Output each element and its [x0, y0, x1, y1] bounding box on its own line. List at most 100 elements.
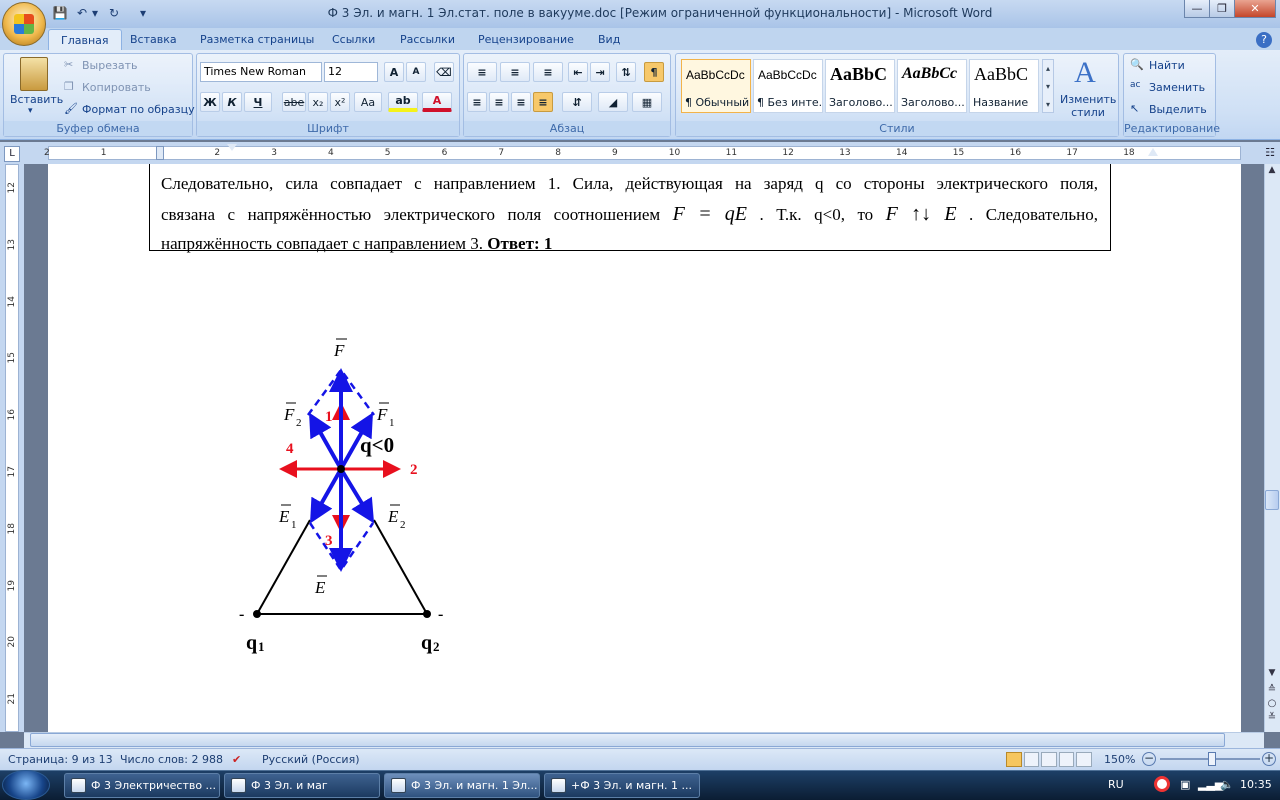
paste-dropdown-icon[interactable]: ▾: [28, 106, 33, 116]
style-heading-2[interactable]: AaBbCc Заголово...: [897, 59, 967, 113]
increase-indent-icon[interactable]: ⇥: [590, 62, 610, 82]
superscript-button[interactable]: x²: [330, 92, 350, 112]
style-heading-1[interactable]: AaBbC Заголово...: [825, 59, 895, 113]
line-spacing-icon[interactable]: ⇵: [562, 92, 592, 112]
find-button[interactable]: Найти: [1149, 59, 1185, 72]
shading-icon[interactable]: ◢: [598, 92, 628, 112]
underline-button[interactable]: Ч: [244, 92, 272, 112]
format-painter-button[interactable]: Формат по образцу: [82, 103, 195, 116]
print-layout-icon[interactable]: [1006, 752, 1022, 767]
align-center-icon[interactable]: ≡: [489, 92, 509, 112]
taskbar-item-label: Ф 3 Эл. и магн. 1 Эл...: [411, 779, 538, 792]
input-language[interactable]: RU: [1108, 778, 1124, 791]
select-button[interactable]: Выделить: [1149, 103, 1207, 116]
align-left-icon[interactable]: ≡: [467, 92, 487, 112]
font-color-icon[interactable]: A: [422, 92, 452, 112]
restore-button[interactable]: ❐: [1209, 0, 1235, 18]
opera-icon[interactable]: [1154, 776, 1170, 792]
tab-page-layout[interactable]: Разметка страницы: [188, 29, 326, 50]
redo-icon[interactable]: ↻: [106, 5, 122, 21]
page-count[interactable]: Страница: 9 из 13: [8, 753, 113, 766]
style-no-spacing[interactable]: AaBbCcDc ¶ Без инте...: [753, 59, 823, 113]
bullets-icon[interactable]: ≡: [467, 62, 497, 82]
taskbar-item[interactable]: +Ф 3 Эл. и магн. 1 ...: [544, 773, 700, 798]
taskbar-item[interactable]: Ф 3 Электричество ...: [64, 773, 220, 798]
save-icon[interactable]: 💾: [52, 5, 68, 21]
numbering-icon[interactable]: ≡: [500, 62, 530, 82]
clear-format-icon[interactable]: ⌫: [434, 62, 454, 82]
align-right-icon[interactable]: ≡: [511, 92, 531, 112]
tab-home[interactable]: Главная: [48, 29, 122, 50]
answer-textbox[interactable]: Следовательно, сила совпадает с направле…: [149, 164, 1111, 253]
start-button[interactable]: [2, 770, 50, 800]
clock[interactable]: 10:35: [1240, 778, 1272, 791]
styles-scroll[interactable]: ▴ ▾ ▾: [1042, 59, 1054, 113]
taskbar-item[interactable]: Ф 3 Эл. и маг: [224, 773, 380, 798]
style-normal[interactable]: AaBbCcDc ¶ Обычный: [681, 59, 751, 113]
show-formatting-icon[interactable]: ¶: [644, 62, 664, 82]
proofing-icon[interactable]: ✔: [232, 753, 241, 766]
label-dir-1: 1: [325, 409, 333, 425]
undo-dropdown-icon[interactable]: ▾: [90, 5, 100, 21]
font-family-select[interactable]: Times New Roman: [200, 62, 322, 82]
decrease-indent-icon[interactable]: ⇤: [568, 62, 588, 82]
tab-mailings[interactable]: Рассылки: [388, 29, 467, 50]
draft-icon[interactable]: [1076, 752, 1092, 767]
highlight-icon[interactable]: ab: [388, 92, 418, 112]
replace-button[interactable]: Заменить: [1149, 81, 1205, 94]
undo-icon[interactable]: ↶: [74, 5, 90, 21]
style-title[interactable]: AaBbC Название: [969, 59, 1039, 113]
language-status[interactable]: Русский (Россия): [262, 753, 360, 766]
left-indent-marker[interactable]: [156, 146, 164, 160]
first-line-indent-marker[interactable]: [227, 144, 237, 151]
paste-icon[interactable]: [20, 57, 48, 91]
vertical-scrollbar[interactable]: [1264, 164, 1280, 732]
subscript-button[interactable]: x₂: [308, 92, 328, 112]
zoom-out-icon[interactable]: −: [1142, 752, 1156, 766]
horizontal-scroll-thumb[interactable]: [30, 733, 1225, 747]
next-page-icon[interactable]: ≚: [1265, 712, 1279, 726]
browse-object-icon[interactable]: ○: [1265, 698, 1279, 712]
volume-icon[interactable]: 🔈: [1220, 778, 1234, 791]
tab-references[interactable]: Ссылки: [320, 29, 387, 50]
zoom-in-icon[interactable]: +: [1262, 752, 1276, 766]
scroll-down-icon[interactable]: ▼: [1265, 668, 1279, 682]
office-button[interactable]: [2, 2, 46, 46]
customize-qat-icon[interactable]: ▾: [138, 5, 148, 21]
copy-button[interactable]: Копировать: [82, 81, 151, 94]
change-case-button[interactable]: Aa: [354, 92, 382, 112]
cut-button[interactable]: Вырезать: [82, 59, 137, 72]
zoom-level[interactable]: 150%: [1104, 753, 1135, 766]
strikethrough-button[interactable]: abe: [282, 92, 306, 112]
help-icon[interactable]: ?: [1256, 32, 1272, 48]
change-styles-button[interactable]: Изменить стили: [1060, 93, 1116, 119]
network-icon[interactable]: ▣: [1180, 778, 1190, 791]
view-ruler-icon[interactable]: ☷: [1262, 146, 1278, 162]
scroll-up-icon[interactable]: ▲: [1265, 165, 1279, 179]
borders-icon[interactable]: ▦: [632, 92, 662, 112]
bold-button[interactable]: Ж: [200, 92, 220, 112]
multilevel-list-icon[interactable]: ≡: [533, 62, 563, 82]
grow-font-icon[interactable]: A: [384, 62, 404, 82]
tab-view[interactable]: Вид: [586, 29, 632, 50]
tab-insert[interactable]: Вставка: [118, 29, 189, 50]
web-layout-icon[interactable]: [1041, 752, 1057, 767]
minimize-button[interactable]: —: [1184, 0, 1210, 18]
paste-button[interactable]: Вставить: [10, 93, 63, 106]
tab-selector[interactable]: L: [4, 146, 20, 162]
tab-review[interactable]: Рецензирование: [466, 29, 586, 50]
taskbar-item[interactable]: Ф 3 Эл. и магн. 1 Эл...: [384, 773, 540, 798]
shrink-font-icon[interactable]: A: [406, 62, 426, 82]
previous-page-icon[interactable]: ≙: [1265, 684, 1279, 698]
sort-icon[interactable]: ⇅: [616, 62, 636, 82]
full-screen-reading-icon[interactable]: [1023, 752, 1040, 767]
zoom-slider-thumb[interactable]: [1208, 752, 1216, 766]
italic-button[interactable]: К: [222, 92, 242, 112]
close-button[interactable]: ✕: [1234, 0, 1276, 18]
vertical-scroll-thumb[interactable]: [1265, 490, 1279, 510]
right-indent-marker[interactable]: [1148, 148, 1158, 156]
outline-icon[interactable]: [1058, 752, 1075, 767]
justify-icon[interactable]: ≡: [533, 92, 553, 112]
word-count[interactable]: Число слов: 2 988: [120, 753, 223, 766]
font-size-select[interactable]: 12: [324, 62, 378, 82]
